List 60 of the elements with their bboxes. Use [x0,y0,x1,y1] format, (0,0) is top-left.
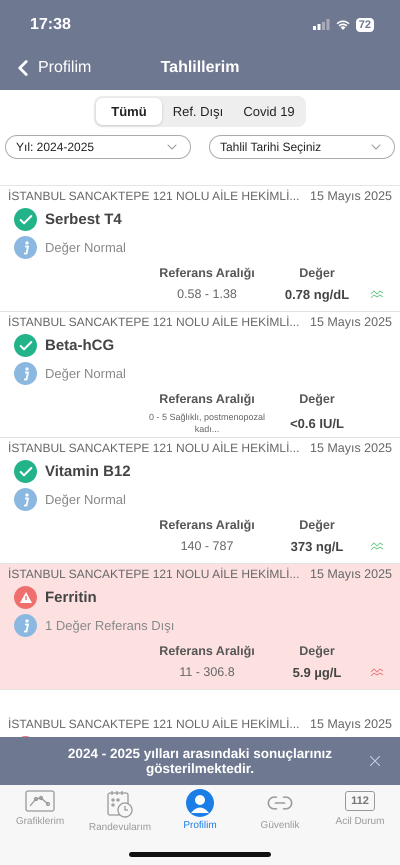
institution-name: İSTANBUL SANCAKTEPE 121 NOLU AİLE HEKİMLİ... [8,717,300,731]
institution-name: İSTANBUL SANCAKTEPE 121 NOLU AİLE HEKİMLİ... [8,567,300,581]
info-icon[interactable] [14,614,37,637]
column-label: Değer [298,392,336,406]
back-button[interactable]: Profilim [10,54,92,80]
segment-tab[interactable]: Covid 19 [234,98,304,125]
tab-bar-item[interactable]: Profilim [160,789,240,831]
column-label: Değer [298,518,336,532]
column-label: Referans Aralığı [158,518,256,532]
column-label: Referans Aralığı [158,266,256,280]
info-icon[interactable] [14,362,37,385]
test-name: Serbest T4 [45,211,122,228]
result-date: 15 Mayıs 2025 [310,315,392,329]
result-card[interactable]: İSTANBUL SANCAKTEPE 121 NOLU AİLE HEKİMLİ... 15 Mayıs 2025 Ferritin 1 Değer Referans Dışı Referans Aralığı Değer 11 - 306.8 5.9 µg/L [0,564,400,690]
info-icon[interactable] [14,488,37,511]
result-date: 15 Mayıs 2025 [310,441,392,455]
result-value: 0.78 ng/dL [284,286,350,302]
result-date: 15 Mayıs 2025 [310,717,392,731]
result-note: Değer Normal [45,240,126,255]
signal-icon [312,19,330,30]
institution-name: İSTANBUL SANCAKTEPE 121 NOLU AİLE HEKİMLİ... [8,189,300,203]
trend-chart-icon[interactable] [370,289,384,300]
test-name: Ferritin [45,589,97,606]
trend-chart-icon[interactable] [370,667,384,678]
result-value: 373 ng/L [290,538,344,554]
institution-name: İSTANBUL SANCAKTEPE 121 NOLU AİLE HEKİMLİ... [8,315,300,329]
wifi-icon [334,18,351,30]
profile-icon [186,789,214,817]
segment-tab[interactable]: Ref. Dışı [162,98,234,125]
page-title: Tahlillerim [160,58,240,76]
reference-range: 11 - 306.8 [178,664,236,680]
tab-bar-item[interactable]: 112 Acil Durum [320,789,400,827]
reference-range: 0.58 - 1.38 [176,286,238,302]
column-label: Değer [298,644,336,658]
calendar-clock-icon [105,789,135,819]
result-value: <0.6 IU/L [289,416,345,432]
emergency-number-icon: 112 [345,791,375,811]
reference-range: 0 - 5 Sağlıklı, postmenopozal kadı... [148,412,266,436]
result-note: Değer Normal [45,492,126,507]
test-name: Beta-hCG [45,337,114,354]
result-note: Değer Normal [45,366,126,381]
column-label: Referans Aralığı [158,392,256,406]
column-label: Referans Aralığı [158,644,256,658]
result-value: 5.9 µg/L [292,664,342,680]
result-note: 1 Değer Referans Dışı [45,618,174,633]
column-label: Değer [298,266,336,280]
banner-text: 2024 - 2025 yılları arasındaki sonuçlarınız gösterilmektedir. [66,746,334,776]
line-chart-icon [25,789,55,813]
segment-tab[interactable]: Tümü [96,98,162,125]
result-date: 15 Mayıs 2025 [310,567,392,581]
institution-name: İSTANBUL SANCAKTEPE 121 NOLU AİLE HEKİMLİ... [8,441,300,455]
test-name: Vitamin B12 [45,463,131,480]
reference-range: 140 - 787 [180,538,234,554]
trend-chart-icon[interactable] [370,541,384,552]
info-icon[interactable] [14,236,37,259]
result-date: 15 Mayıs 2025 [310,189,392,203]
battery-level: 72 [356,18,374,32]
filter-dropdown[interactable]: Yıl: 2024-2025 [5,135,191,159]
filter-dropdown[interactable]: Tahlil Tarihi Seçiniz [209,135,395,159]
status-time: 17:38 [30,16,71,34]
